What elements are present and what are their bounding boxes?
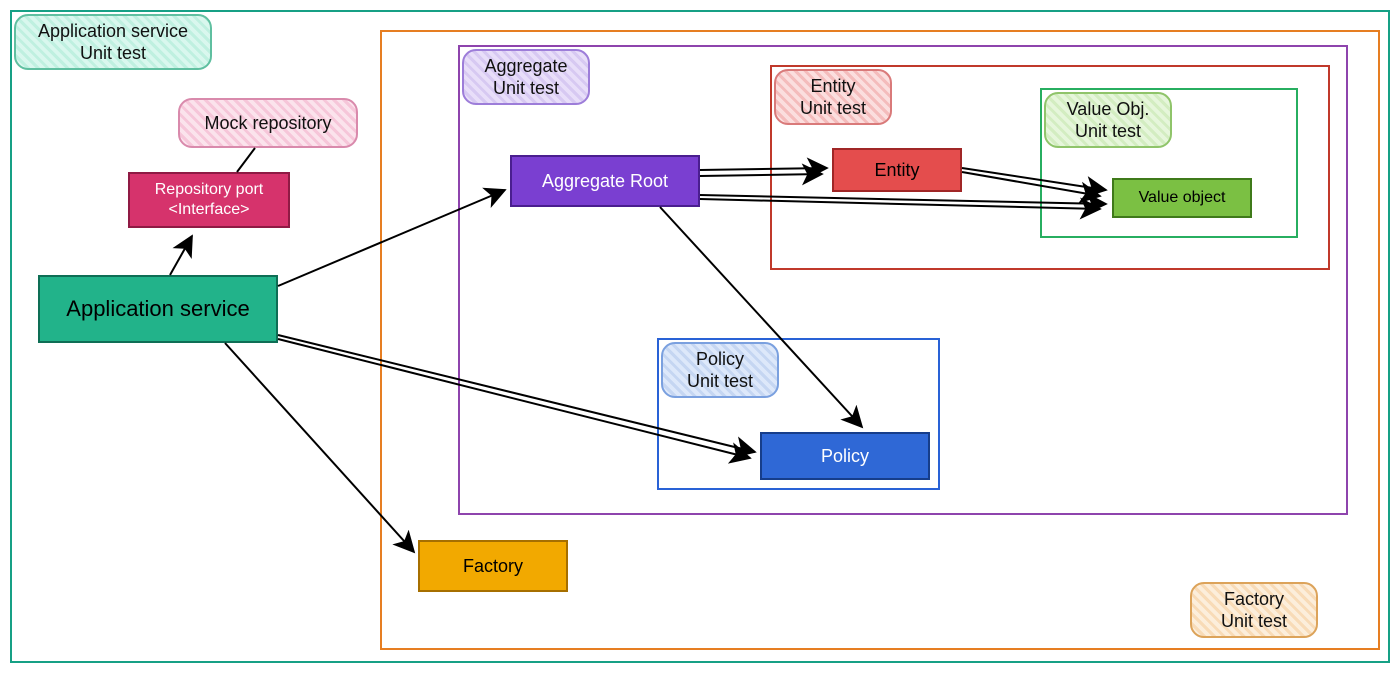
edge-appservice-aggregate — [278, 190, 505, 286]
edge-aggregate-entity — [700, 168, 827, 170]
edge-aggregate-policy — [660, 207, 862, 427]
edge-appservice-policy — [278, 335, 755, 452]
edge-entity-value-b — [962, 172, 1100, 196]
edge-appservice-policy-b — [278, 339, 750, 458]
edge-aggregate-entity-b — [700, 174, 822, 176]
edge-aggregate-value-b — [700, 199, 1100, 209]
edge-repoport-mockrepo — [237, 148, 255, 172]
edge-appservice-factory — [225, 343, 414, 552]
edge-entity-value — [962, 168, 1106, 190]
edge-aggregate-value — [700, 195, 1106, 204]
arrows-layer — [0, 0, 1400, 673]
edge-appservice-repoport — [170, 236, 192, 275]
